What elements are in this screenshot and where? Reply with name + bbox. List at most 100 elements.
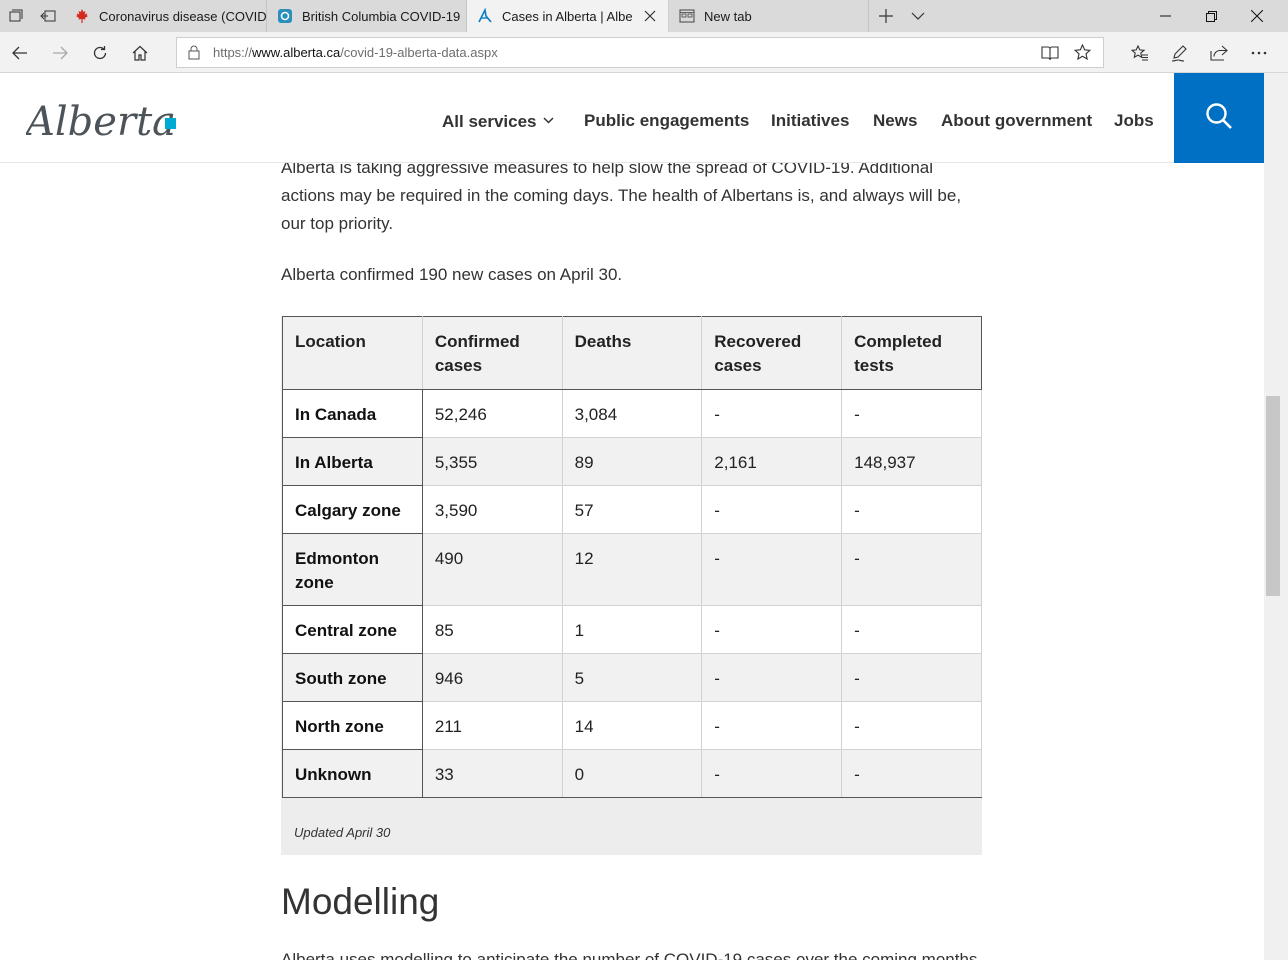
table-row: In Alberta 5,355 89 2,161 148,937: [282, 437, 982, 486]
modelling-heading: Modelling: [281, 881, 440, 922]
cell-confirmed: 490: [421, 533, 563, 606]
refresh-icon[interactable]: [86, 39, 114, 67]
share-icon[interactable]: [1205, 39, 1233, 67]
favorites-hub-icon[interactable]: [1126, 39, 1154, 67]
cell-deaths: 12: [561, 533, 703, 606]
url-scheme: https://: [213, 45, 253, 60]
cell-recovered: -: [701, 701, 843, 750]
cell-tests: -: [841, 701, 982, 750]
alberta-icon: [477, 8, 493, 24]
tab-title: Coronavirus disease (COVID: [99, 8, 266, 24]
cell-recovered: -: [701, 389, 843, 438]
cell-recovered: -: [701, 605, 843, 654]
forward-arrow-icon[interactable]: [46, 39, 74, 67]
tab-preview-chevron-icon[interactable]: [904, 0, 932, 32]
minimize-icon[interactable]: [1142, 0, 1188, 32]
table-row: Edmonton zone 490 12 - -: [282, 533, 982, 606]
table-row: South zone 946 5 - -: [282, 653, 982, 702]
url-path: /covid-19-alberta-data.aspx: [340, 45, 498, 60]
nav-jobs[interactable]: Jobs: [1114, 111, 1154, 131]
reading-view-icon[interactable]: [1041, 45, 1059, 66]
tab-new-tab[interactable]: New tab: [669, 0, 869, 32]
alberta-logo[interactable]: Alberta: [22, 93, 186, 145]
tab-title: Cases in Alberta | Albert: [502, 8, 632, 24]
cell-confirmed: 211: [421, 701, 563, 750]
table-caption: Updated April 30: [294, 825, 391, 840]
chevron-down-icon: [542, 109, 554, 129]
home-icon[interactable]: [126, 39, 154, 67]
table-row: North zone 211 14 - -: [282, 701, 982, 750]
confirmed-cases-note: Alberta confirmed 190 new cases on April…: [281, 265, 623, 284]
row-location: Edmonton zone: [282, 533, 423, 606]
column-header: Deaths: [561, 316, 703, 390]
restore-icon[interactable]: [1188, 0, 1234, 32]
nav-public-engagements[interactable]: Public engagements: [584, 111, 749, 131]
cell-deaths: 3,084: [561, 389, 703, 438]
site-header: Alberta All services Public engagements …: [0, 73, 1264, 163]
row-location: Unknown: [282, 749, 423, 798]
set-tabs-aside-icon[interactable]: [32, 0, 64, 32]
cell-confirmed: 3,590: [421, 485, 563, 534]
favorite-star-icon[interactable]: [1073, 43, 1092, 66]
site-search-button[interactable]: [1174, 73, 1264, 163]
tab-coronavirus[interactable]: Coronavirus disease (COVID: [64, 0, 267, 32]
tab-title: New tab: [704, 8, 752, 24]
cases-table-container: Location Confirmed cases Deaths Recovere…: [281, 316, 982, 855]
cell-recovered: -: [701, 653, 843, 702]
new-tab-plus-icon[interactable]: [872, 0, 900, 32]
nav-about-government[interactable]: About government: [941, 111, 1092, 131]
tab-cases-in-alberta[interactable]: Cases in Alberta | Albert: [467, 0, 669, 32]
back-arrow-icon[interactable]: [6, 39, 34, 67]
row-location: North zone: [282, 701, 423, 750]
row-location: Calgary zone: [282, 485, 423, 534]
cell-confirmed: 85: [421, 605, 563, 654]
cell-tests: -: [841, 653, 982, 702]
cell-tests: 148,937: [841, 437, 982, 486]
url-host: www.alberta.ca: [252, 45, 341, 60]
cell-confirmed: 946: [421, 653, 563, 702]
table-row: Central zone 85 1 - -: [282, 605, 982, 654]
cell-tests: -: [841, 533, 982, 606]
browser-toolbar: https://www.alberta.ca/covid-19-alberta-…: [0, 32, 1288, 73]
column-header: Recovered cases: [701, 316, 843, 390]
column-header: Location: [282, 316, 423, 390]
cell-tests: -: [841, 749, 982, 798]
nav-news[interactable]: News: [873, 111, 917, 131]
address-bar[interactable]: https://www.alberta.ca/covid-19-alberta-…: [176, 37, 1104, 68]
lock-icon[interactable]: [188, 45, 200, 65]
svg-text:Alberta: Alberta: [26, 99, 176, 143]
tab-title: British Columbia COVID-19: [302, 8, 461, 24]
column-header: Confirmed cases: [421, 316, 563, 390]
cell-confirmed: 5,355: [421, 437, 563, 486]
close-window-icon[interactable]: [1234, 0, 1280, 32]
tab-actions-icon[interactable]: [0, 0, 32, 32]
cell-deaths: 0: [561, 749, 703, 798]
modelling-paragraph: Alberta uses modelling to anticipate the…: [281, 950, 978, 960]
row-location: Central zone: [282, 605, 423, 654]
cell-recovered: -: [701, 533, 843, 606]
page-scrollbar-thumb[interactable]: [1266, 396, 1280, 596]
url-text[interactable]: https://www.alberta.ca/covid-19-alberta-…: [213, 45, 498, 60]
close-tab-icon[interactable]: [642, 8, 658, 24]
maple-leaf-icon: [74, 8, 90, 24]
cell-recovered: -: [701, 485, 843, 534]
nav-initiatives[interactable]: Initiatives: [771, 111, 849, 131]
tab-strip: Coronavirus disease (COVID British Colum…: [0, 0, 1288, 32]
table-row: Calgary zone 3,590 57 - -: [282, 485, 982, 534]
cell-deaths: 57: [561, 485, 703, 534]
tab-british-columbia[interactable]: British Columbia COVID-19: [267, 0, 467, 32]
cell-recovered: -: [701, 749, 843, 798]
cell-deaths: 89: [561, 437, 703, 486]
table-row: In Canada 52,246 3,084 - -: [282, 389, 982, 438]
column-header: Completed tests: [841, 316, 982, 390]
cell-tests: -: [841, 605, 982, 654]
cell-tests: -: [841, 485, 982, 534]
cell-tests: -: [841, 389, 982, 438]
row-location: South zone: [282, 653, 423, 702]
web-notes-pen-icon[interactable]: [1166, 39, 1194, 67]
row-location: In Alberta: [282, 437, 423, 486]
cell-recovered: 2,161: [701, 437, 843, 486]
more-options-icon[interactable]: [1245, 39, 1273, 67]
nav-all-services[interactable]: All services: [442, 109, 554, 132]
table-row: Unknown 33 0 - -: [282, 749, 982, 798]
